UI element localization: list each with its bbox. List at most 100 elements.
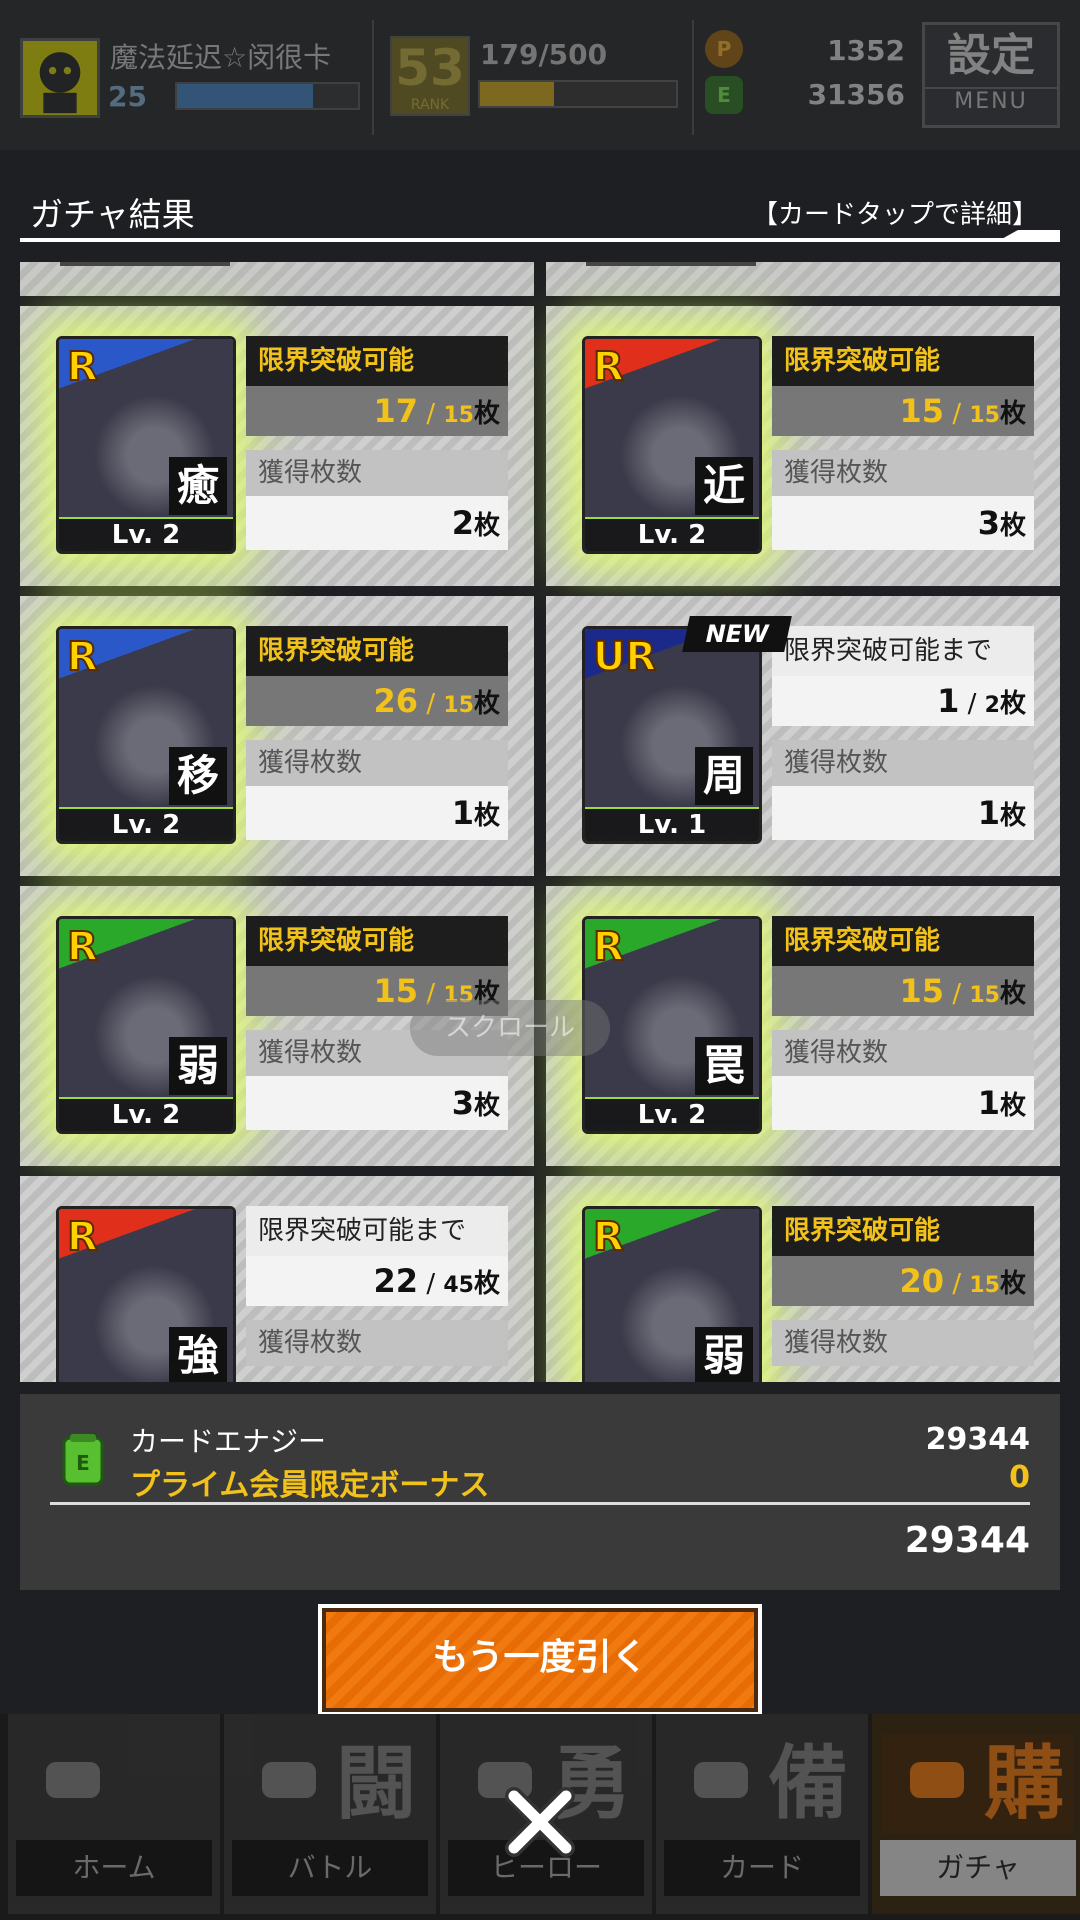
required-count: 15 (969, 983, 1000, 1008)
obtained-label: 獲得枚数 (772, 740, 1034, 786)
card-art[interactable]: UR 周 Lv. 1 (582, 626, 762, 844)
divider (372, 20, 374, 135)
slash: / (418, 399, 444, 429)
obtained-count: 1 (977, 1084, 1000, 1122)
stamina-text: 179/500 (480, 38, 608, 71)
unit: 枚 (999, 511, 1026, 541)
nav-item-battle[interactable]: 闘 バトル (224, 1714, 436, 1914)
unit: 枚 (473, 1269, 500, 1299)
rarity-badge: R (592, 924, 625, 970)
player-avatar-icon[interactable] (20, 38, 100, 118)
page-title: ガチャ結果 (30, 195, 195, 234)
obtained-count: 1 (977, 794, 1000, 832)
slash: / (944, 979, 970, 1009)
card-energy-summary: E カードエナジー プライム会員限定ボーナス 29344 0 29344 (20, 1394, 1060, 1590)
required-count: 2 (984, 693, 1000, 718)
required-count: 15 (443, 693, 474, 718)
nav-item-gacha[interactable]: 購 ガチャ (872, 1714, 1080, 1914)
card-art[interactable]: R 近 Lv. 2 (582, 336, 762, 554)
nav-item-card[interactable]: 備 カード (656, 1714, 868, 1914)
card-level: Lv. 2 (585, 1097, 759, 1131)
limit-break-status: 限界突破可能 (772, 336, 1034, 386)
card-art[interactable]: R 強 (56, 1206, 236, 1382)
card-cell[interactable]: R 弱 限界突破可能 20 / 15枚 獲得枚数 (546, 1176, 1060, 1382)
nav-label: カード (664, 1840, 860, 1896)
card-cell[interactable]: R 近 Lv. 2 限界突破可能 15 / 15枚 獲得枚数 3枚 (546, 306, 1060, 586)
unit: 枚 (999, 399, 1026, 429)
cards-icon: 備 (666, 1734, 858, 1834)
rank-badge: 53 RANK (390, 36, 470, 116)
rarity-badge: R (592, 1214, 625, 1260)
energy-can-icon: E (62, 1434, 104, 1486)
draw-again-label: もう一度引く (322, 1608, 758, 1712)
card-cell[interactable]: UR 周 Lv. 1 NEW 限界突破可能まで 1 / 2枚 獲得枚数 1枚 (546, 596, 1060, 876)
unit: 枚 (473, 1091, 500, 1121)
obtained-label: 獲得枚数 (246, 740, 508, 786)
obtained-count-row: 1枚 (772, 786, 1034, 840)
nav-label: バトル (232, 1840, 428, 1896)
required-count: 15 (969, 1273, 1000, 1298)
gacha-result-screen: 魔法延迟☆闵很卡 25 53 RANK 179/500 P 1352 E 313… (0, 0, 1080, 1920)
result-title-row: ガチャ結果 【カードタップで詳細】 (20, 188, 1060, 244)
nav-item-home[interactable]: ホーム (8, 1714, 220, 1914)
unit: 枚 (473, 511, 500, 541)
owned-count: 15 (373, 972, 419, 1010)
card-cell-partial (20, 262, 534, 296)
gacha-icon: 購 (882, 1734, 1074, 1834)
nav-label: ホーム (16, 1840, 212, 1896)
slash: / (418, 1269, 444, 1299)
menu-kanji: 設定 (947, 30, 1035, 81)
card-cell[interactable]: R 罠 Lv. 2 限界突破可能 15 / 15枚 獲得枚数 1枚 (546, 886, 1060, 1166)
unit: 枚 (999, 689, 1026, 719)
limit-break-count: 1 / 2枚 (772, 676, 1034, 726)
rank-number: 53 (395, 39, 465, 97)
slash: / (418, 689, 444, 719)
divider (50, 1502, 1030, 1505)
card-type-kanji: 弱 (695, 1327, 753, 1382)
unit: 枚 (999, 979, 1026, 1009)
stamina-bar (478, 80, 678, 108)
owned-count: 1 (937, 682, 960, 720)
owned-count: 22 (373, 1262, 419, 1300)
card-result-grid[interactable]: R 癒 Lv. 2 限界突破可能 17 / 15枚 獲得枚数 2枚 R 近 Lv… (20, 262, 1060, 1382)
limit-break-count: 15 / 15枚 (772, 386, 1034, 436)
unit: 枚 (999, 801, 1026, 831)
unit: 枚 (473, 689, 500, 719)
obtained-count-row: 3枚 (772, 496, 1034, 550)
limit-break-count: 20 / 15枚 (772, 1256, 1034, 1306)
card-art[interactable]: R 弱 Lv. 2 (56, 916, 236, 1134)
top-status-content: 魔法延迟☆闵很卡 25 53 RANK 179/500 P 1352 E 313… (0, 0, 1080, 150)
card-level: Lv. 2 (585, 517, 759, 551)
limit-break-status: 限界突破可能 (246, 336, 508, 386)
card-cell[interactable]: R 移 Lv. 2 限界突破可能 26 / 15枚 獲得枚数 1枚 (20, 596, 534, 876)
draw-again-button[interactable]: もう一度引く (318, 1604, 762, 1716)
card-level: Lv. 1 (585, 807, 759, 841)
card-cell[interactable]: R 癒 Lv. 2 限界突破可能 17 / 15枚 獲得枚数 2枚 (20, 306, 534, 586)
title-underline (20, 238, 1060, 242)
settings-menu-button[interactable]: 設定 MENU (922, 22, 1060, 128)
limit-break-status: 限界突破可能 (246, 916, 508, 966)
close-icon[interactable] (500, 1782, 580, 1862)
nav-label: ガチャ (880, 1840, 1076, 1896)
required-count: 15 (443, 403, 474, 428)
slash: / (959, 689, 985, 719)
slash: / (944, 1269, 970, 1299)
rarity-badge: UR (592, 634, 657, 680)
card-art[interactable]: R 癒 Lv. 2 (56, 336, 236, 554)
obtained-count-row: 3枚 (246, 1076, 508, 1130)
required-count: 15 (969, 403, 1000, 428)
nav-kanji: 闘 (336, 1737, 416, 1830)
coin-value: 1352 (827, 34, 905, 67)
limit-break-count: 22 / 45枚 (246, 1256, 508, 1306)
limit-break-count: 15 / 15枚 (772, 966, 1034, 1016)
energy-can-icon: E (705, 76, 743, 114)
card-cell[interactable]: R 強 限界突破可能まで 22 / 45枚 獲得枚数 (20, 1176, 534, 1382)
unit: 枚 (999, 1091, 1026, 1121)
obtained-label: 獲得枚数 (246, 1320, 508, 1366)
obtained-label: 獲得枚数 (772, 1030, 1034, 1076)
slash: / (944, 399, 970, 429)
obtained-count-row: 1枚 (246, 786, 508, 840)
card-art[interactable]: R 弱 (582, 1206, 762, 1382)
tap-hint: 【カードタップで詳細】 (751, 200, 1038, 230)
card-art[interactable]: R 移 Lv. 2 (56, 626, 236, 844)
